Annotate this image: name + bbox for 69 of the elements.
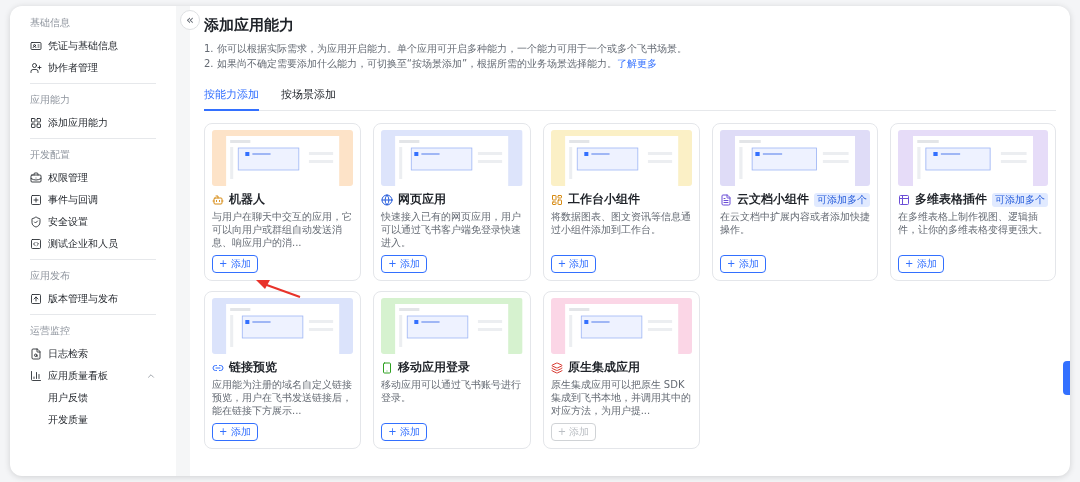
item-icon bbox=[30, 348, 42, 360]
item-icon bbox=[30, 238, 42, 250]
badge: 可添加多个 bbox=[992, 192, 1048, 207]
learn-more-link[interactable]: 了解更多 bbox=[617, 58, 658, 69]
annotation-arrow bbox=[254, 277, 302, 299]
card-title: 云文档小组件 bbox=[737, 192, 809, 207]
card-title: 链接预览 bbox=[229, 360, 277, 375]
item-icon bbox=[30, 172, 42, 184]
page-title: 添加应用能力 bbox=[204, 16, 295, 35]
capability-icon bbox=[898, 193, 910, 206]
card-description: 将数据图表、图文资讯等信息通过小组件添加到工作台。 bbox=[550, 210, 692, 237]
sidebar-item[interactable]: 测试企业和人员 bbox=[24, 233, 162, 255]
add-button[interactable]: + 添加 bbox=[550, 255, 597, 273]
item-icon bbox=[30, 40, 42, 52]
capability-icon bbox=[381, 361, 394, 374]
add-button[interactable]: + 添加 bbox=[212, 255, 258, 273]
section-title: 基础信息 bbox=[29, 16, 71, 30]
section-title: 运营监控 bbox=[29, 324, 71, 338]
card-title: 工作台小组件 bbox=[567, 192, 640, 207]
collapse-button[interactable]: « bbox=[180, 10, 200, 30]
item-icon bbox=[30, 293, 42, 305]
card-title: 移动应用登录 bbox=[398, 360, 471, 375]
card-description: 快速接入已有的网页应用，用户可以通过飞书客户端免登录快速进入。 bbox=[381, 210, 523, 250]
sidebar-item[interactable]: 权限管理 bbox=[24, 167, 162, 189]
card-description: 在云文档中扩展内容或者添加快捷操作。 bbox=[720, 210, 870, 237]
badge: 可添加多个 bbox=[814, 192, 870, 207]
card-title: 机器人 bbox=[229, 192, 265, 207]
sidebar-item[interactable]: 日志检索 bbox=[24, 343, 162, 365]
instruction-text: 2. 如果尚不确定需要添加什么能力，可切换至“按场景添加”，根据所需的业务场景选择能力。了解更多 bbox=[204, 57, 659, 71]
card-description: 应用能为注册的域名自定义链接预览，用户在飞书发送链接后，能在链接下方展示... bbox=[212, 378, 353, 418]
card-title: 多维表格插件 bbox=[915, 192, 987, 207]
card-title: 原生集成应用 bbox=[567, 360, 640, 375]
side-handle[interactable] bbox=[1063, 361, 1070, 395]
chevron-icon bbox=[146, 371, 156, 381]
sidebar-item[interactable]: 安全设置 bbox=[24, 211, 162, 233]
card-description: 原生集成应用可以把原生 SDK 集成到飞书本地，并调用其中的对应方法，为用户提... bbox=[550, 378, 692, 418]
sidebar-item[interactable]: 添加应用能力 bbox=[24, 112, 162, 134]
sidebar-subitem[interactable]: 用户反馈 bbox=[24, 387, 162, 409]
sidebar-subitem[interactable]: 开发质量 bbox=[24, 409, 162, 431]
section-title: 应用发布 bbox=[29, 269, 71, 283]
item-icon bbox=[30, 216, 42, 228]
add-button[interactable]: + 添加 bbox=[720, 255, 766, 273]
add-button[interactable]: + 添加 bbox=[381, 423, 427, 441]
sidebar-item[interactable]: 凭证与基础信息 bbox=[24, 35, 162, 57]
tab[interactable]: 按场景添加 bbox=[281, 81, 336, 111]
add-button[interactable]: + 添加 bbox=[212, 423, 258, 441]
capability-icon bbox=[550, 361, 563, 374]
capability-icon bbox=[212, 193, 224, 206]
tab[interactable]: 按能力添加 bbox=[204, 81, 259, 111]
card-description: 移动应用可以通过飞书账号进行登录。 bbox=[381, 378, 523, 405]
item-icon bbox=[30, 117, 42, 129]
card-description: 在多维表格上制作视图、逻辑插件，让你的多维表格变得更强大。 bbox=[898, 210, 1048, 237]
card-title: 网页应用 bbox=[398, 192, 447, 207]
sidebar-item[interactable]: 协作者管理 bbox=[24, 57, 162, 79]
capability-icon bbox=[381, 193, 394, 206]
card-description: 与用户在聊天中交互的应用，它可以向用户或群组自动发送消息、响应用户的消... bbox=[212, 210, 353, 250]
sidebar-item[interactable]: 版本管理与发布 bbox=[24, 288, 162, 310]
section-title: 应用能力 bbox=[29, 93, 71, 107]
capability-icon bbox=[720, 193, 732, 206]
item-icon bbox=[30, 370, 42, 382]
item-icon bbox=[30, 194, 42, 206]
add-button[interactable]: + 添加 bbox=[381, 255, 427, 273]
instruction-text: 1. 你可以根据实际需求，为应用开启能力。单个应用可开启多种能力，一个能力可用于一个或多个飞书场景。 bbox=[204, 42, 688, 56]
capability-icon bbox=[550, 193, 563, 206]
sidebar-item[interactable]: 事件与回调 bbox=[24, 189, 162, 211]
add-button[interactable]: + 添加 bbox=[898, 255, 944, 273]
sidebar-item[interactable]: 应用质量看板 bbox=[24, 365, 162, 387]
section-title: 开发配置 bbox=[29, 148, 71, 162]
item-icon bbox=[30, 62, 42, 74]
